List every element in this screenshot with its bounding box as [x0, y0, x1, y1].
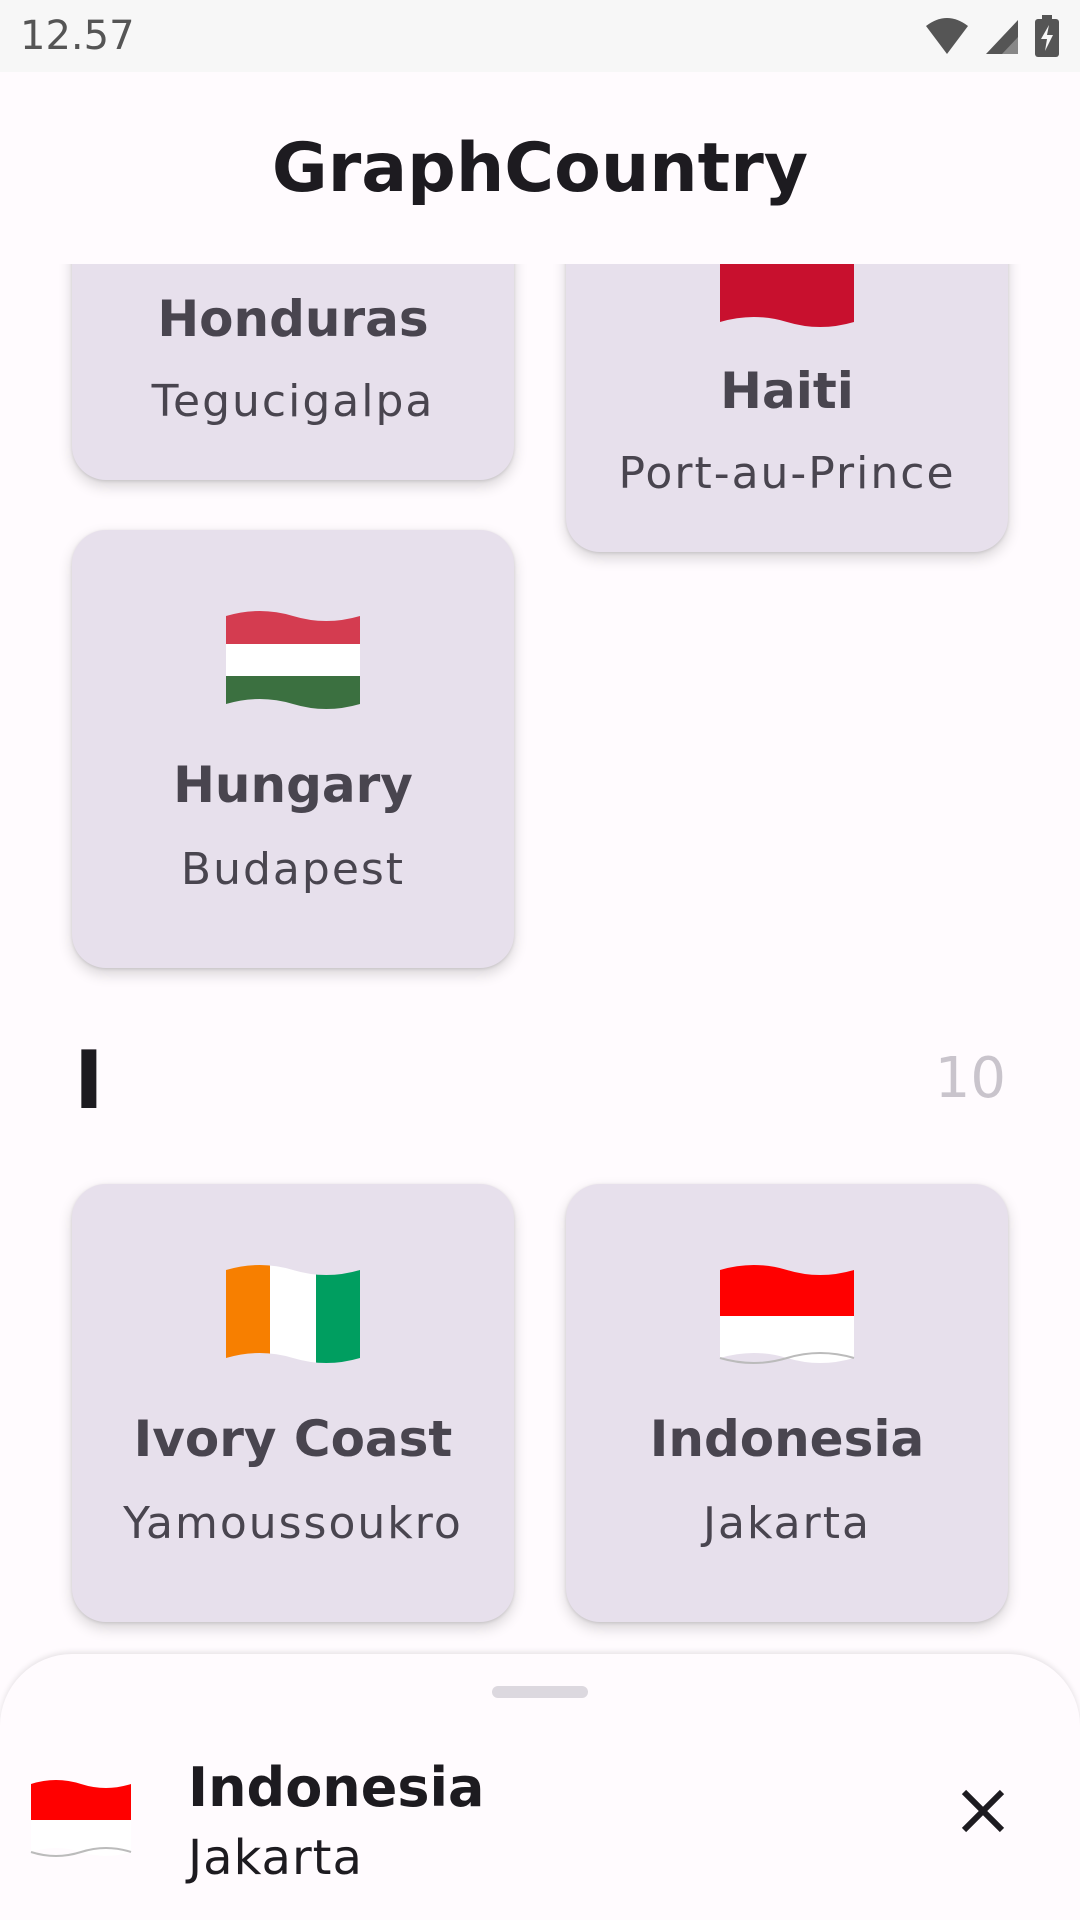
- section-letter: I: [74, 1034, 104, 1127]
- country-card-haiti[interactable]: Haiti Port-au-Prince: [566, 264, 1008, 552]
- app-title: GraphCountry: [271, 128, 809, 208]
- country-name: Ivory Coast: [133, 1410, 453, 1468]
- flag-indonesia: [30, 1780, 132, 1857]
- flag-hungary: [226, 611, 360, 709]
- country-name: Honduras: [157, 290, 429, 348]
- app-bar: GraphCountry: [0, 72, 1080, 264]
- status-time: 12.57: [20, 13, 135, 59]
- status-icons: [924, 15, 1060, 57]
- country-capital: Budapest: [180, 844, 406, 895]
- selected-country-capital: Jakarta: [188, 1830, 363, 1886]
- country-name: Haiti: [720, 362, 854, 420]
- battery-charging-icon: [1035, 15, 1059, 57]
- country-name: Indonesia: [649, 1410, 925, 1468]
- flag-haiti: [720, 264, 854, 327]
- status-bar: 12.57: [0, 0, 1080, 72]
- country-name: Hungary: [173, 756, 413, 814]
- flag-indonesia: [719, 1265, 855, 1364]
- country-card-ivory-coast[interactable]: Ivory Coast Yamoussoukro: [72, 1184, 514, 1622]
- country-capital: Jakarta: [703, 1498, 871, 1549]
- selected-country-name: Indonesia: [188, 1756, 485, 1819]
- cell-signal-icon: [986, 20, 1018, 54]
- country-card-honduras[interactable]: Honduras Tegucigalpa: [72, 264, 514, 480]
- selected-country-sheet[interactable]: Indonesia Jakarta: [0, 1654, 1080, 1920]
- country-list[interactable]: Honduras Tegucigalpa Haiti Port-au-Princ…: [0, 264, 1080, 1654]
- close-button[interactable]: [948, 1776, 1018, 1846]
- flag-ivory-coast: [226, 1265, 360, 1363]
- close-icon: [961, 1789, 1005, 1833]
- wifi-icon: [926, 18, 968, 54]
- section-count: 10: [934, 1046, 1006, 1111]
- country-card-hungary[interactable]: Hungary Budapest: [72, 530, 514, 968]
- country-card-indonesia[interactable]: Indonesia Jakarta: [566, 1184, 1008, 1622]
- country-capital: Port-au-Prince: [618, 448, 956, 499]
- drag-handle[interactable]: [492, 1686, 588, 1698]
- country-capital: Yamoussoukro: [123, 1498, 463, 1549]
- country-capital: Tegucigalpa: [151, 376, 435, 427]
